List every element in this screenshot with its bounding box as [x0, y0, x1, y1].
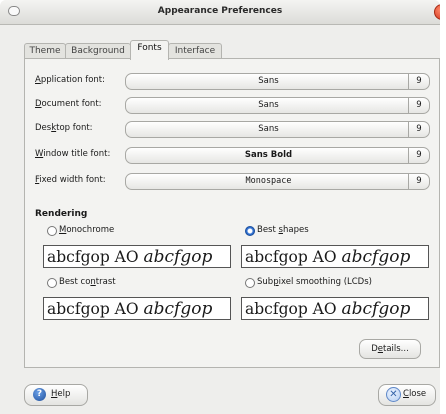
- fixed-width-font-name: Monospace: [245, 176, 292, 186]
- best-contrast-sample-italic: abcfgop: [143, 299, 213, 319]
- fixed-width-font-size: 9: [408, 174, 429, 189]
- application-font-label: Application font:: [35, 75, 105, 85]
- best-shapes-sample-text: abcfgop AO: [245, 248, 342, 266]
- desktop-font-name: Sans: [258, 124, 279, 134]
- best-shapes-sample[interactable]: abcfgop AO abcfgop: [241, 245, 429, 268]
- application-font-button[interactable]: Sans 9: [125, 73, 430, 90]
- monochrome-sample-italic: abcfgop: [143, 247, 213, 267]
- desktop-font-button[interactable]: Sans 9: [125, 121, 430, 138]
- title-bar: Appearance Preferences: [0, 0, 440, 25]
- document-font-label: Document font:: [35, 99, 102, 109]
- window-title-font-size: 9: [408, 148, 429, 163]
- details-button-label: Details...: [371, 344, 409, 354]
- tab-background[interactable]: Background: [65, 43, 131, 59]
- fixed-width-font-label: Fixed width font:: [35, 175, 106, 185]
- window-close-icon[interactable]: [434, 4, 440, 20]
- window-title-font-label: Window title font:: [35, 149, 111, 159]
- best-contrast-sample[interactable]: abcfgop AO abcfgop: [43, 297, 231, 320]
- best-contrast-sample-text: abcfgop AO: [47, 300, 144, 318]
- window-title-font-button[interactable]: Sans Bold 9: [125, 147, 430, 164]
- close-button[interactable]: ✕ Close: [378, 384, 436, 406]
- subpixel-smoothing-radio[interactable]: [245, 278, 255, 288]
- monochrome-sample-text: abcfgop AO: [47, 248, 144, 266]
- fixed-width-font-button[interactable]: Monospace 9: [125, 173, 430, 190]
- document-font-name: Sans: [258, 100, 279, 110]
- window-title-font-name: Sans Bold: [244, 150, 293, 160]
- subpixel-smoothing-sample-italic: abcfgop: [341, 299, 411, 319]
- best-shapes-sample-italic: abcfgop: [341, 247, 411, 267]
- window-title: Appearance Preferences: [157, 6, 283, 16]
- tab-background-label: Background: [71, 46, 125, 56]
- subpixel-smoothing-label: Subpixel smoothing (LCDs): [257, 277, 372, 287]
- application-font-size: 9: [408, 74, 429, 89]
- best-contrast-radio[interactable]: [47, 278, 57, 288]
- appearance-preferences-window: Appearance Preferences Theme Background …: [0, 0, 440, 414]
- document-font-size: 9: [408, 98, 429, 113]
- rendering-section-title: Rendering: [35, 209, 88, 219]
- monochrome-sample[interactable]: abcfgop AO abcfgop: [43, 245, 231, 268]
- details-button[interactable]: Details...: [359, 339, 421, 359]
- tab-fonts-label: Fonts: [137, 43, 162, 53]
- tab-theme[interactable]: Theme: [24, 43, 66, 59]
- tab-interface-label: Interface: [174, 46, 216, 56]
- subpixel-smoothing-sample-text: abcfgop AO: [245, 300, 342, 318]
- document-font-button[interactable]: Sans 9: [125, 97, 430, 114]
- fonts-panel: Application font: Sans 9 Document font: …: [24, 58, 440, 368]
- tab-fonts[interactable]: Fonts: [130, 40, 169, 60]
- best-contrast-label: Best contrast: [59, 277, 116, 287]
- subpixel-smoothing-sample[interactable]: abcfgop AO abcfgop: [241, 297, 429, 320]
- help-icon: ?: [33, 388, 46, 401]
- help-button-label: Help: [51, 389, 71, 399]
- best-shapes-radio[interactable]: [245, 226, 255, 236]
- monochrome-label: Monochrome: [59, 225, 115, 235]
- tab-interface[interactable]: Interface: [168, 43, 222, 59]
- tab-theme-label: Theme: [29, 46, 61, 56]
- help-button[interactable]: ? Help: [24, 384, 88, 406]
- close-icon: ✕: [386, 387, 401, 402]
- desktop-font-size: 9: [408, 122, 429, 137]
- close-button-label: Close: [403, 389, 427, 399]
- application-font-name: Sans: [258, 76, 279, 86]
- best-shapes-label: Best shapes: [257, 225, 309, 235]
- monochrome-radio[interactable]: [47, 226, 57, 236]
- desktop-font-label: Desktop font:: [35, 123, 93, 133]
